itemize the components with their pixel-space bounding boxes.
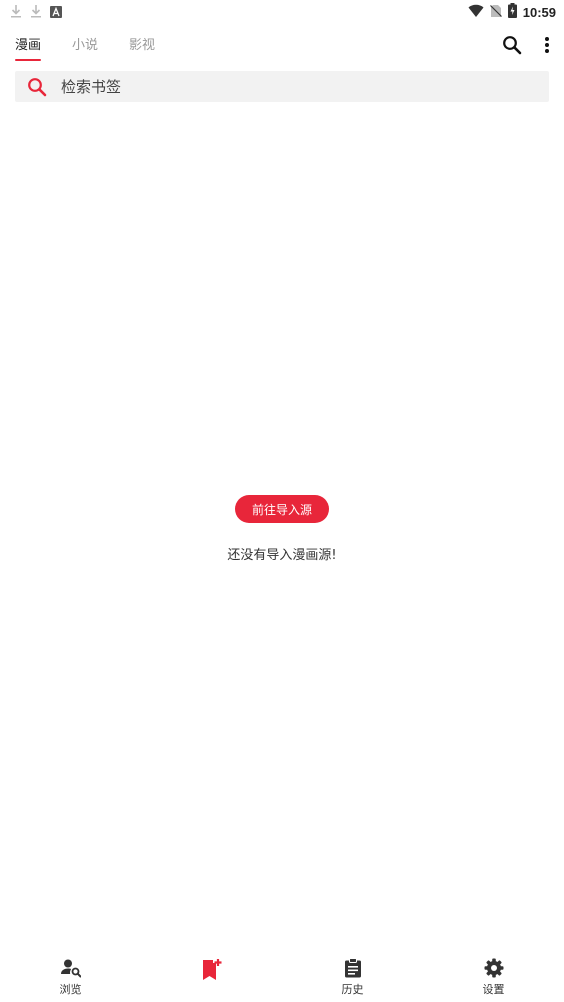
nav-item-browse[interactable]: 浏览	[0, 952, 141, 1002]
nav-item-history[interactable]: 历史	[282, 952, 423, 1002]
nav-label-settings: 设置	[482, 983, 505, 996]
bookmark-add-icon	[201, 958, 223, 982]
status-system: 10:59	[468, 3, 556, 22]
nav-label-browse: 浏览	[59, 983, 82, 996]
more-vertical-icon[interactable]	[544, 36, 550, 54]
search-icon	[27, 77, 47, 97]
bottom-navigation: 浏览 历史 设置	[0, 952, 564, 1002]
bookmark-search-bar	[15, 71, 549, 102]
wifi-icon	[468, 3, 484, 22]
search-icon[interactable]	[502, 35, 522, 55]
no-sim-icon	[489, 3, 502, 22]
tab-novels[interactable]: 小说	[72, 34, 98, 61]
status-time: 10:59	[522, 5, 556, 20]
bookmark-search-input[interactable]	[59, 76, 503, 97]
gear-icon	[484, 958, 504, 978]
clipboard-history-icon	[343, 958, 363, 978]
category-tabs: 漫画 小说 影视	[15, 34, 186, 61]
tab-videos[interactable]: 影视	[129, 34, 155, 61]
download-icon	[30, 3, 42, 22]
top-actions	[502, 35, 550, 55]
go-import-source-button[interactable]: 前往导入源	[235, 495, 329, 523]
battery-charging-icon	[507, 3, 517, 22]
app-a-icon	[50, 3, 62, 22]
nav-label-history: 历史	[341, 983, 364, 996]
empty-state-message: 还没有导入漫画源!	[227, 548, 337, 563]
status-notifications	[10, 3, 62, 22]
person-search-icon	[60, 958, 81, 978]
tab-comics[interactable]: 漫画	[15, 34, 42, 61]
nav-item-settings[interactable]: 设置	[423, 952, 564, 1002]
download-icon	[10, 3, 22, 22]
bookmarks-screen: 10:59 漫画 小说 影视 前往导入源 还没有导入漫画源! 浏览	[0, 0, 564, 1002]
status-bar: 10:59	[0, 0, 564, 24]
nav-item-bookmarks[interactable]	[141, 952, 282, 1002]
